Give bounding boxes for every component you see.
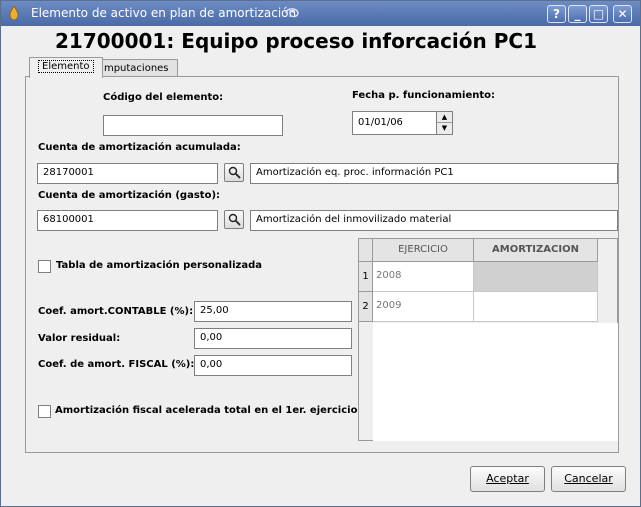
- tab-elemento[interactable]: Elemento: [29, 57, 103, 78]
- help-button[interactable]: ?: [547, 5, 566, 23]
- table-cell-ejercicio[interactable]: 2009: [373, 292, 474, 322]
- arrow-down-icon[interactable]: ▼: [437, 123, 452, 134]
- dialog-window: Elemento de activo en plan de amortizaci…: [0, 0, 641, 507]
- valor-residual-label: Valor residual:: [38, 333, 121, 344]
- title-bar[interactable]: Elemento de activo en plan de amortizaci…: [1, 1, 640, 26]
- codigo-input[interactable]: [103, 115, 283, 136]
- cuenta-acum-lookup-button[interactable]: [224, 163, 244, 182]
- coef-fiscal-input[interactable]: 0,00: [194, 355, 352, 376]
- fecha-spinner: ▲ ▼: [436, 111, 453, 135]
- fiscal-acelerada-label: Amortización fiscal acelerada total en e…: [55, 405, 358, 416]
- table-cell-amortizacion[interactable]: [474, 262, 598, 292]
- cancel-button-label: Cancelar: [564, 472, 613, 485]
- tab-imputaciones-label: Imputaciones: [101, 63, 169, 74]
- close-button[interactable]: ✕: [613, 5, 632, 23]
- table-cell-ejercicio[interactable]: 2008: [373, 262, 474, 292]
- tabla-personalizada-checkbox[interactable]: [38, 260, 51, 273]
- coef-contable-input[interactable]: 25,00: [194, 301, 352, 322]
- table-empty-area: [373, 323, 618, 441]
- codigo-label: Código del elemento:: [103, 92, 224, 103]
- swirl-icon: [285, 8, 299, 18]
- table-corner[interactable]: [359, 239, 373, 262]
- tab-elemento-label: Elemento: [38, 60, 94, 73]
- cuenta-gasto-lookup-button[interactable]: [224, 210, 244, 229]
- cancel-button[interactable]: Cancelar: [551, 466, 626, 492]
- arrow-up-icon[interactable]: ▲: [437, 112, 452, 123]
- cuenta-acum-desc-input[interactable]: Amortización eq. proc. información PC1: [250, 163, 618, 184]
- maximize-button[interactable]: □: [589, 5, 608, 23]
- fiscal-acelerada-checkbox[interactable]: [38, 405, 51, 418]
- app-icon: [9, 6, 19, 20]
- column-header-ejercicio[interactable]: EJERCICIO: [373, 239, 474, 262]
- page-title: 21700001: Equipo proceso inforcación PC1: [55, 29, 537, 53]
- tab-imputaciones[interactable]: Imputaciones: [92, 59, 178, 77]
- window-title: Elemento de activo en plan de amortizaci…: [31, 6, 297, 20]
- accept-button[interactable]: Aceptar: [470, 466, 545, 492]
- cuenta-acum-label: Cuenta de amortización acumulada:: [38, 142, 241, 153]
- row-header[interactable]: 2: [359, 292, 373, 322]
- accept-button-label: Aceptar: [486, 472, 529, 485]
- table-cell-amortizacion[interactable]: [474, 292, 598, 322]
- row-header[interactable]: 1: [359, 262, 373, 292]
- tabla-personalizada-label: Tabla de amortización personalizada: [56, 260, 262, 271]
- cuenta-gasto-label: Cuenta de amortización (gasto):: [38, 190, 221, 201]
- cuenta-acum-code-input[interactable]: 28170001: [37, 163, 218, 184]
- cuenta-gasto-code-input[interactable]: 68100001: [37, 210, 218, 231]
- magnifier-icon: [228, 213, 241, 226]
- minimize-button[interactable]: _: [568, 5, 587, 23]
- cuenta-gasto-desc-input[interactable]: Amortización del inmovilizado material: [250, 210, 618, 231]
- fecha-label: Fecha p. funcionamiento:: [352, 90, 496, 101]
- magnifier-icon: [228, 166, 241, 179]
- column-header-amortizacion[interactable]: AMORTIZACION: [474, 239, 598, 262]
- coef-contable-label: Coef. amort.CONTABLE (%):: [38, 306, 194, 317]
- valor-residual-input[interactable]: 0,00: [194, 328, 352, 349]
- amortization-table[interactable]: EJERCICIO AMORTIZACION 1 2008 2 2009: [358, 238, 618, 441]
- fecha-input[interactable]: 01/01/06: [352, 111, 437, 135]
- coef-fiscal-label: Coef. de amort. FISCAL (%):: [38, 359, 195, 370]
